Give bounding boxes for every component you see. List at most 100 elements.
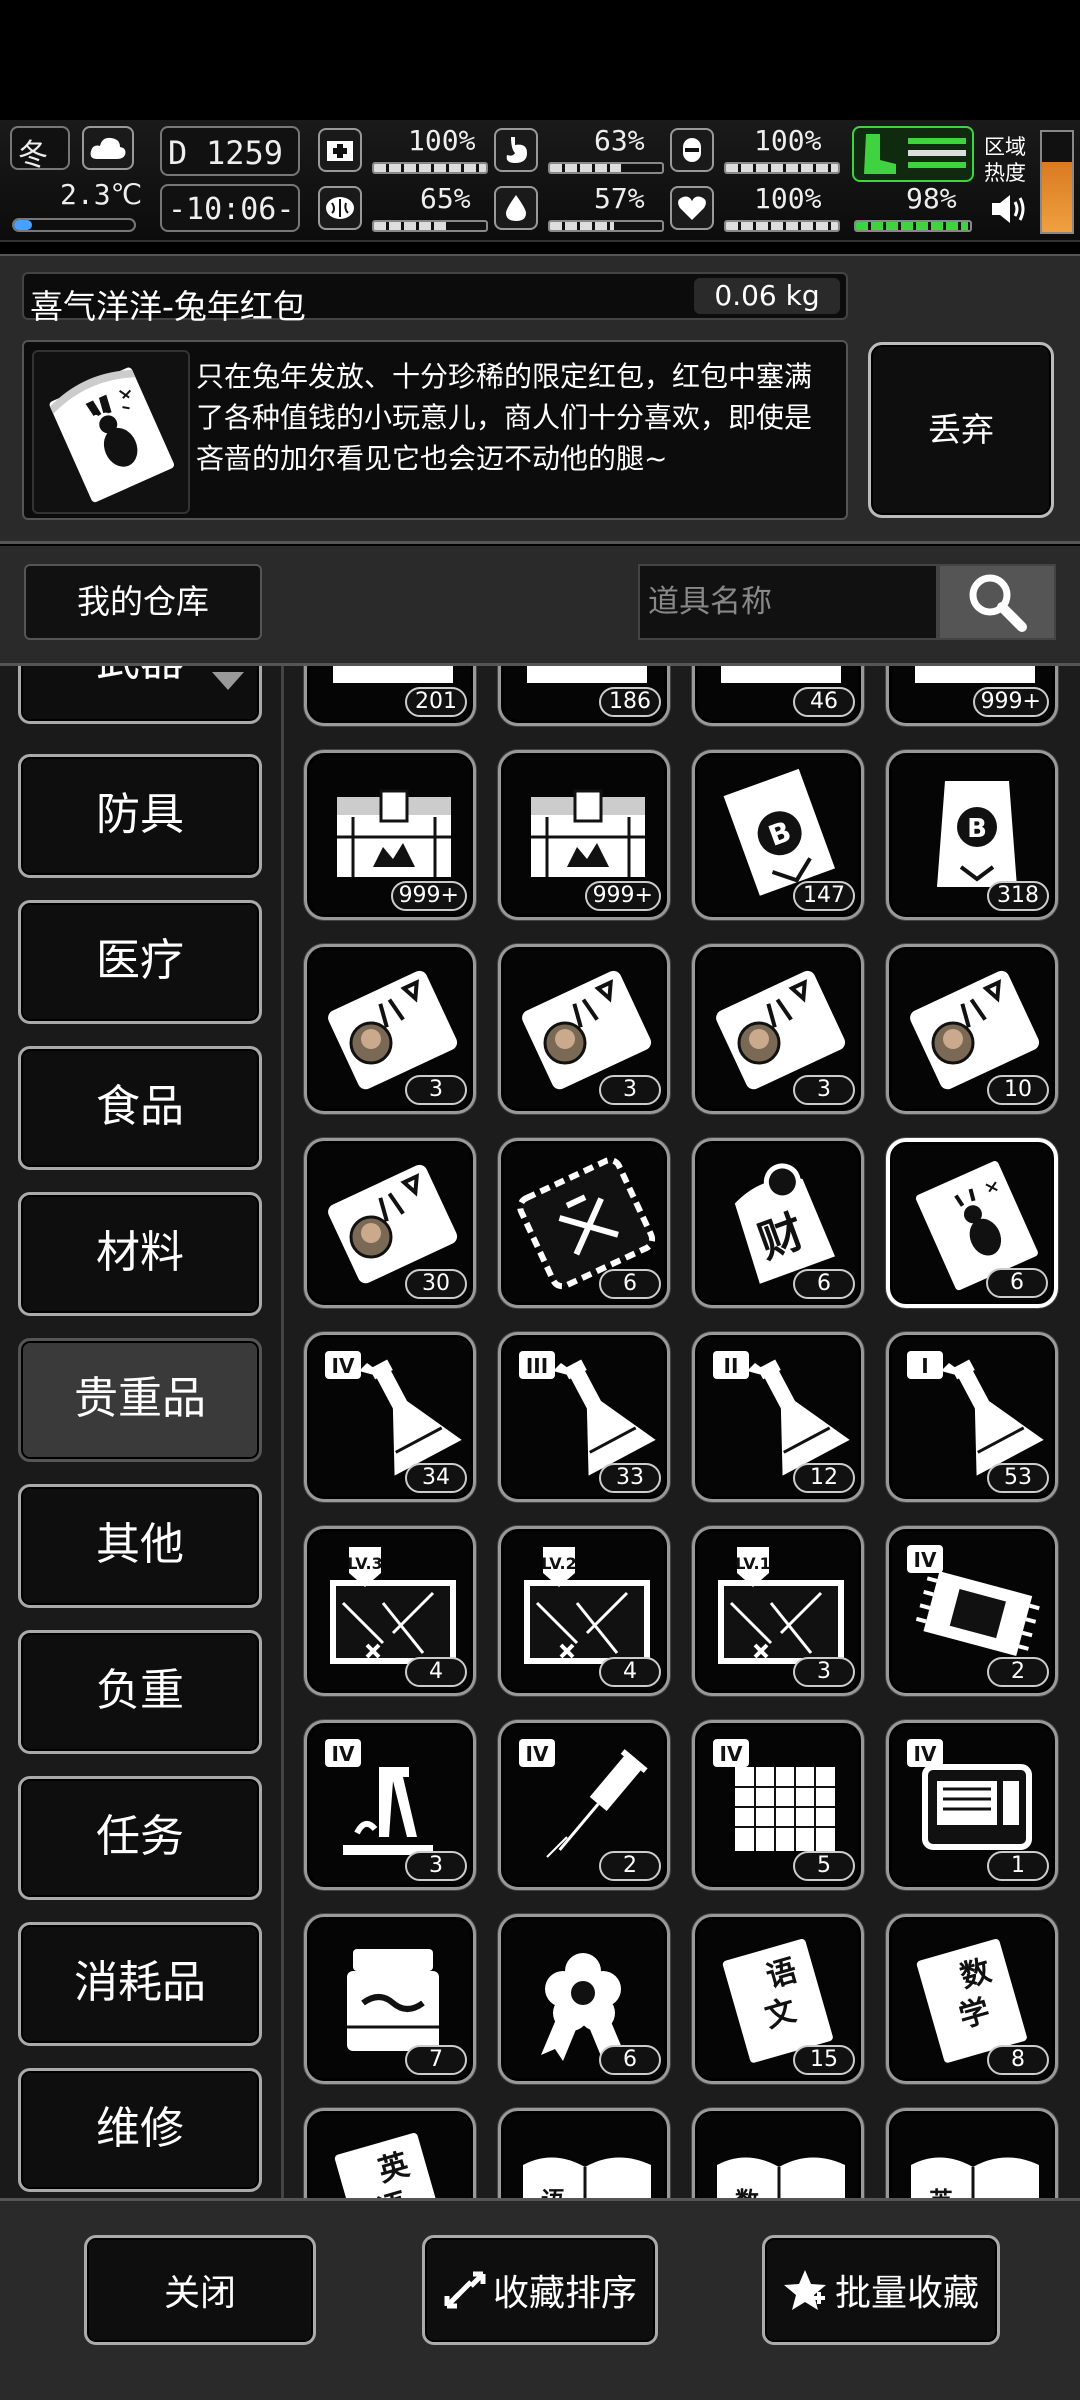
item-slot[interactable]: IV 1 bbox=[886, 1720, 1058, 1890]
category-load[interactable]: 负重 bbox=[18, 1630, 262, 1754]
english-book-icon: 英语 bbox=[334, 2133, 445, 2198]
day-value: 1259 bbox=[206, 134, 284, 172]
svg-text:语: 语 bbox=[541, 2187, 565, 2198]
category-valuables[interactable]: 贵重品 bbox=[18, 1338, 262, 1462]
item-slot[interactable]: 6 bbox=[498, 1138, 670, 1308]
stomach-icon bbox=[494, 128, 538, 172]
category-medical[interactable]: 医疗 bbox=[18, 900, 262, 1024]
sort-favorites-button[interactable]: 收藏排序 bbox=[422, 2235, 658, 2345]
batch-favorite-button[interactable]: 批量收藏 bbox=[762, 2235, 1000, 2345]
search-button[interactable] bbox=[938, 564, 1056, 640]
item-slot[interactable]: 999+ bbox=[304, 750, 476, 920]
item-count-badge: 999+ bbox=[390, 881, 467, 911]
item-count-badge: 6 bbox=[599, 2045, 661, 2075]
stamina-value: 98% bbox=[906, 182, 957, 215]
temperature-value: 2.3℃ bbox=[60, 178, 143, 211]
category-label: 维修 bbox=[96, 2103, 184, 2154]
category-other[interactable]: 其他 bbox=[18, 1484, 262, 1608]
category-quest[interactable]: 任务 bbox=[18, 1776, 262, 1900]
armor-bar bbox=[724, 162, 840, 174]
item-search-input[interactable] bbox=[638, 564, 938, 640]
category-consumables[interactable]: 消耗品 bbox=[18, 1922, 262, 2046]
item-slot[interactable]: 30 bbox=[304, 1138, 476, 1308]
svg-text:英: 英 bbox=[929, 2187, 954, 2198]
item-slot[interactable]: 46 bbox=[692, 666, 864, 726]
item-slot[interactable]: 6 bbox=[498, 1914, 670, 2084]
item-slot[interactable]: 语 bbox=[498, 2108, 670, 2198]
item-slot[interactable]: IV 5 bbox=[692, 1720, 864, 1890]
item-count-badge: 999+ bbox=[584, 881, 661, 911]
category-sidebar[interactable]: 武器 防具 医疗 食品 材料 贵重品 其他 负重 任务 消耗品 维修 bbox=[0, 666, 284, 2198]
search-icon bbox=[969, 574, 1027, 632]
day-counter: D 1259 bbox=[160, 126, 300, 176]
svg-text:B: B bbox=[967, 814, 987, 844]
svg-text:LV.2: LV.2 bbox=[541, 1554, 577, 1573]
discard-button[interactable]: 丢弃 bbox=[868, 342, 1054, 518]
item-slot[interactable]: 201 bbox=[304, 666, 476, 726]
item-count-badge: 34 bbox=[405, 1463, 467, 1493]
item-slot[interactable]: LV.3 4 bbox=[304, 1526, 476, 1696]
armor-value: 100% bbox=[754, 124, 822, 157]
svg-text:IV: IV bbox=[914, 1742, 937, 1766]
item-slot[interactable]: B 318 bbox=[886, 750, 1058, 920]
close-button[interactable]: 关闭 bbox=[84, 2235, 316, 2345]
item-count-badge: 3 bbox=[599, 1075, 661, 1105]
item-slot[interactable]: 186 bbox=[498, 666, 670, 726]
item-count-badge: 5 bbox=[793, 1851, 855, 1881]
item-slot[interactable]: 3 bbox=[498, 944, 670, 1114]
hunger-value: 63% bbox=[594, 124, 645, 157]
category-armor[interactable]: 防具 bbox=[18, 754, 262, 878]
item-slot[interactable]: I 53 bbox=[886, 1332, 1058, 1502]
item-slot[interactable]: II 12 bbox=[692, 1332, 864, 1502]
item-slot[interactable]: 数 bbox=[692, 2108, 864, 2198]
item-slot[interactable]: 3 bbox=[304, 944, 476, 1114]
item-slot[interactable]: LV.2 4 bbox=[498, 1526, 670, 1696]
category-materials[interactable]: 材料 bbox=[18, 1192, 262, 1316]
item-count-badge: 15 bbox=[793, 2045, 855, 2075]
health-bar bbox=[372, 162, 488, 174]
item-count-badge: 3 bbox=[405, 1851, 467, 1881]
item-slot[interactable]: 999+ bbox=[498, 750, 670, 920]
item-slot[interactable]: LV.1 3 bbox=[692, 1526, 864, 1696]
item-slot[interactable]: B 147 bbox=[692, 750, 864, 920]
item-grid[interactable]: 201 186 46 999+ 999+ 999+ B 147 B 318 3 3 3 10 30 6 财 6 6 I… bbox=[284, 666, 1080, 2198]
item-count-badge: 2 bbox=[599, 1851, 661, 1881]
svg-text:LV.1: LV.1 bbox=[735, 1554, 771, 1573]
item-count-badge: 201 bbox=[405, 687, 467, 717]
item-slot[interactable]: 6 bbox=[886, 1138, 1058, 1308]
brain-icon bbox=[318, 186, 362, 230]
item-slot[interactable]: IV 34 bbox=[304, 1332, 476, 1502]
svg-text:III: III bbox=[526, 1354, 548, 1378]
heart-bar bbox=[724, 220, 840, 232]
item-slot[interactable]: 10 bbox=[886, 944, 1058, 1114]
rabbit-red-packet-icon bbox=[32, 350, 190, 514]
item-slot[interactable]: IV 2 bbox=[886, 1526, 1058, 1696]
speaker-icon[interactable] bbox=[990, 192, 1028, 230]
helmet-icon bbox=[670, 128, 714, 172]
item-slot[interactable]: IV 2 bbox=[498, 1720, 670, 1890]
item-slot[interactable]: 语文 15 bbox=[692, 1914, 864, 2084]
item-slot[interactable]: 3 bbox=[692, 944, 864, 1114]
item-count-badge: 30 bbox=[405, 1269, 467, 1299]
category-food[interactable]: 食品 bbox=[18, 1046, 262, 1170]
category-repair[interactable]: 维修 bbox=[18, 2068, 262, 2192]
item-slot[interactable]: 财6 bbox=[692, 1138, 864, 1308]
item-slot[interactable]: IV 3 bbox=[304, 1720, 476, 1890]
item-count-badge: 186 bbox=[599, 687, 661, 717]
category-label: 食品 bbox=[96, 1081, 184, 1132]
item-slot[interactable]: 英语 bbox=[304, 2108, 476, 2198]
season-label: 冬 bbox=[18, 138, 48, 173]
item-slot[interactable]: 数学8 bbox=[886, 1914, 1058, 2084]
item-count-badge: 10 bbox=[987, 1075, 1049, 1105]
medkit-icon bbox=[318, 128, 362, 172]
item-slot[interactable]: 999+ bbox=[886, 666, 1058, 726]
svg-text:IV: IV bbox=[332, 1354, 355, 1378]
svg-text:II: II bbox=[724, 1354, 739, 1378]
item-slot[interactable]: 英 bbox=[886, 2108, 1058, 2198]
item-slot[interactable]: III 33 bbox=[498, 1332, 670, 1502]
item-count-badge: 3 bbox=[793, 1657, 855, 1687]
item-count-badge: 4 bbox=[599, 1657, 661, 1687]
close-label: 关闭 bbox=[163, 2273, 236, 2314]
item-slot[interactable]: 7 bbox=[304, 1914, 476, 2084]
batch-favorite-label: 批量收藏 bbox=[834, 2273, 979, 2314]
